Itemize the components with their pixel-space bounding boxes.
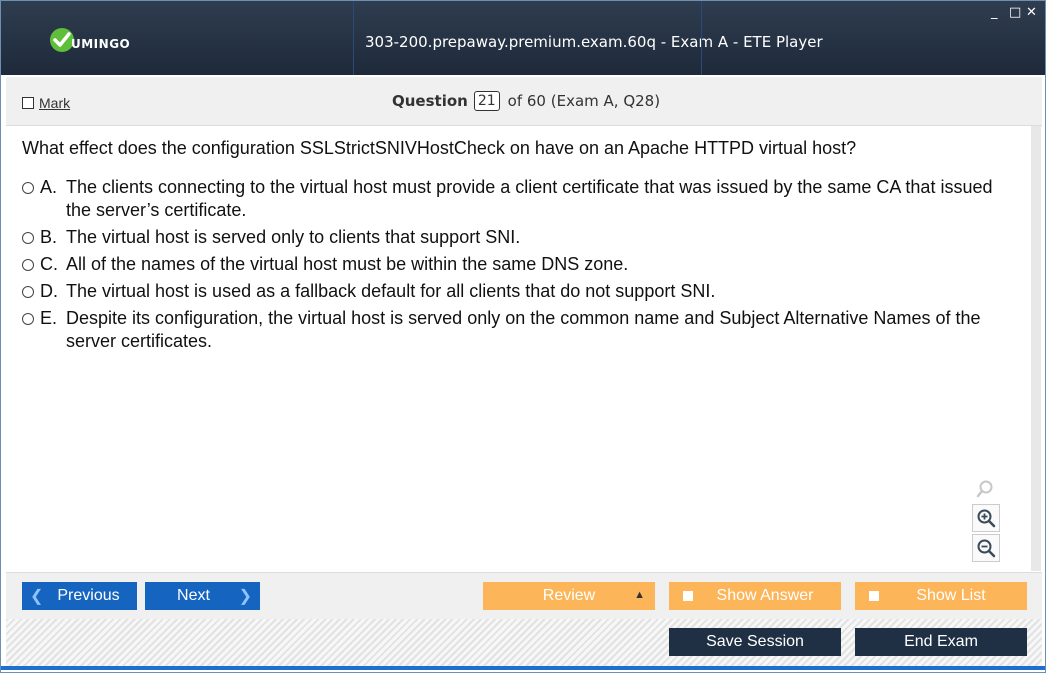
zoom-in-button[interactable]: [972, 504, 1000, 532]
option-text: The virtual host is served only to clien…: [66, 227, 521, 247]
bottom-accent-line: [1, 666, 1045, 670]
save-session-button[interactable]: Save Session: [669, 628, 841, 656]
end-exam-button[interactable]: End Exam: [855, 628, 1027, 656]
option-text: Despite its configuration, the virtual h…: [66, 308, 981, 351]
review-button[interactable]: Review ▲: [483, 582, 655, 610]
vertical-scrollbar[interactable]: [1031, 126, 1041, 571]
answer-option-d[interactable]: D. The virtual host is used as a fallbac…: [22, 280, 1022, 303]
search-icon: [976, 480, 993, 498]
radio-icon[interactable]: [22, 313, 34, 325]
option-letter: A.: [40, 177, 58, 197]
option-letter: D.: [40, 281, 58, 301]
show-answer-label: Show Answer: [716, 587, 814, 604]
end-exam-label: End Exam: [904, 633, 978, 650]
answer-option-a[interactable]: A. The clients connecting to the virtual…: [22, 176, 1022, 222]
minimize-button[interactable]: _: [991, 6, 998, 19]
logo-text: UMINGO: [71, 37, 131, 51]
question-panel: What effect does the configuration SSLSt…: [6, 126, 1042, 571]
option-letter: C.: [40, 254, 58, 274]
question-indicator: Question 21 of 60 (Exam A, Q28): [392, 91, 660, 111]
answer-option-b[interactable]: B. The virtual host is served only to cl…: [22, 226, 1022, 249]
answer-option-c[interactable]: C. All of the names of the virtual host …: [22, 253, 1022, 276]
option-text: The clients connecting to the virtual ho…: [66, 177, 993, 220]
show-list-label: Show List: [916, 587, 986, 604]
review-label: Review: [542, 587, 596, 604]
app-window: UMINGO 303-200.prepaway.premium.exam.60q…: [0, 0, 1046, 673]
checkbox-icon: [869, 591, 879, 601]
window-title: 303-200.prepaway.premium.exam.60q - Exam…: [365, 33, 823, 51]
maximize-button[interactable]: □: [1009, 6, 1021, 19]
mark-label: Mark: [39, 95, 71, 111]
previous-button[interactable]: ❮ Previous: [22, 582, 137, 610]
zoom-in-icon: [977, 509, 996, 528]
zoom-toolbar: [972, 476, 1002, 564]
radio-icon[interactable]: [22, 286, 34, 298]
footer-bar: Save Session End Exam: [6, 619, 1042, 666]
option-text: The virtual host is used as a fallback d…: [66, 281, 716, 301]
navigation-bar: ❮ Previous Next ❯ Review ▲ Show Answer S…: [6, 572, 1042, 619]
checkbox-icon: [22, 97, 34, 109]
title-divider: [353, 1, 354, 75]
zoom-out-button[interactable]: [972, 534, 1000, 562]
logo: UMINGO: [49, 27, 130, 53]
show-answer-toggle[interactable]: Show Answer: [669, 582, 841, 610]
question-number-input[interactable]: 21: [473, 91, 500, 111]
question-total: of 60 (Exam A, Q28): [507, 92, 661, 110]
chevron-right-icon: ❯: [238, 588, 252, 605]
radio-icon[interactable]: [22, 232, 34, 244]
mark-checkbox[interactable]: Mark: [22, 95, 70, 111]
radio-icon[interactable]: [22, 259, 34, 271]
previous-label: Previous: [57, 587, 120, 604]
option-letter: B.: [40, 227, 58, 247]
option-letter: E.: [40, 308, 58, 328]
next-label: Next: [177, 587, 210, 604]
answer-option-e[interactable]: E. Despite its configuration, the virtua…: [22, 307, 1022, 353]
next-button[interactable]: Next ❯: [145, 582, 260, 610]
answer-options: A. The clients connecting to the virtual…: [22, 176, 1022, 357]
save-session-label: Save Session: [706, 633, 804, 650]
question-text: What effect does the configuration SSLSt…: [22, 138, 857, 158]
question-header: Mark Question 21 of 60 (Exam A, Q28): [6, 77, 1042, 126]
title-bar: UMINGO 303-200.prepaway.premium.exam.60q…: [1, 1, 1045, 75]
option-text: All of the names of the virtual host mus…: [66, 254, 629, 274]
caret-up-icon: ▲: [634, 589, 645, 601]
search-zoom-button[interactable]: [972, 476, 998, 502]
radio-icon[interactable]: [22, 182, 34, 194]
checkbox-icon: [683, 591, 693, 601]
close-button[interactable]: ✕: [1026, 6, 1037, 19]
zoom-out-icon: [977, 539, 996, 558]
chevron-left-icon: ❮: [30, 588, 44, 605]
title-divider: [701, 1, 702, 75]
question-label: Question: [392, 92, 468, 110]
show-list-toggle[interactable]: Show List: [855, 582, 1027, 610]
